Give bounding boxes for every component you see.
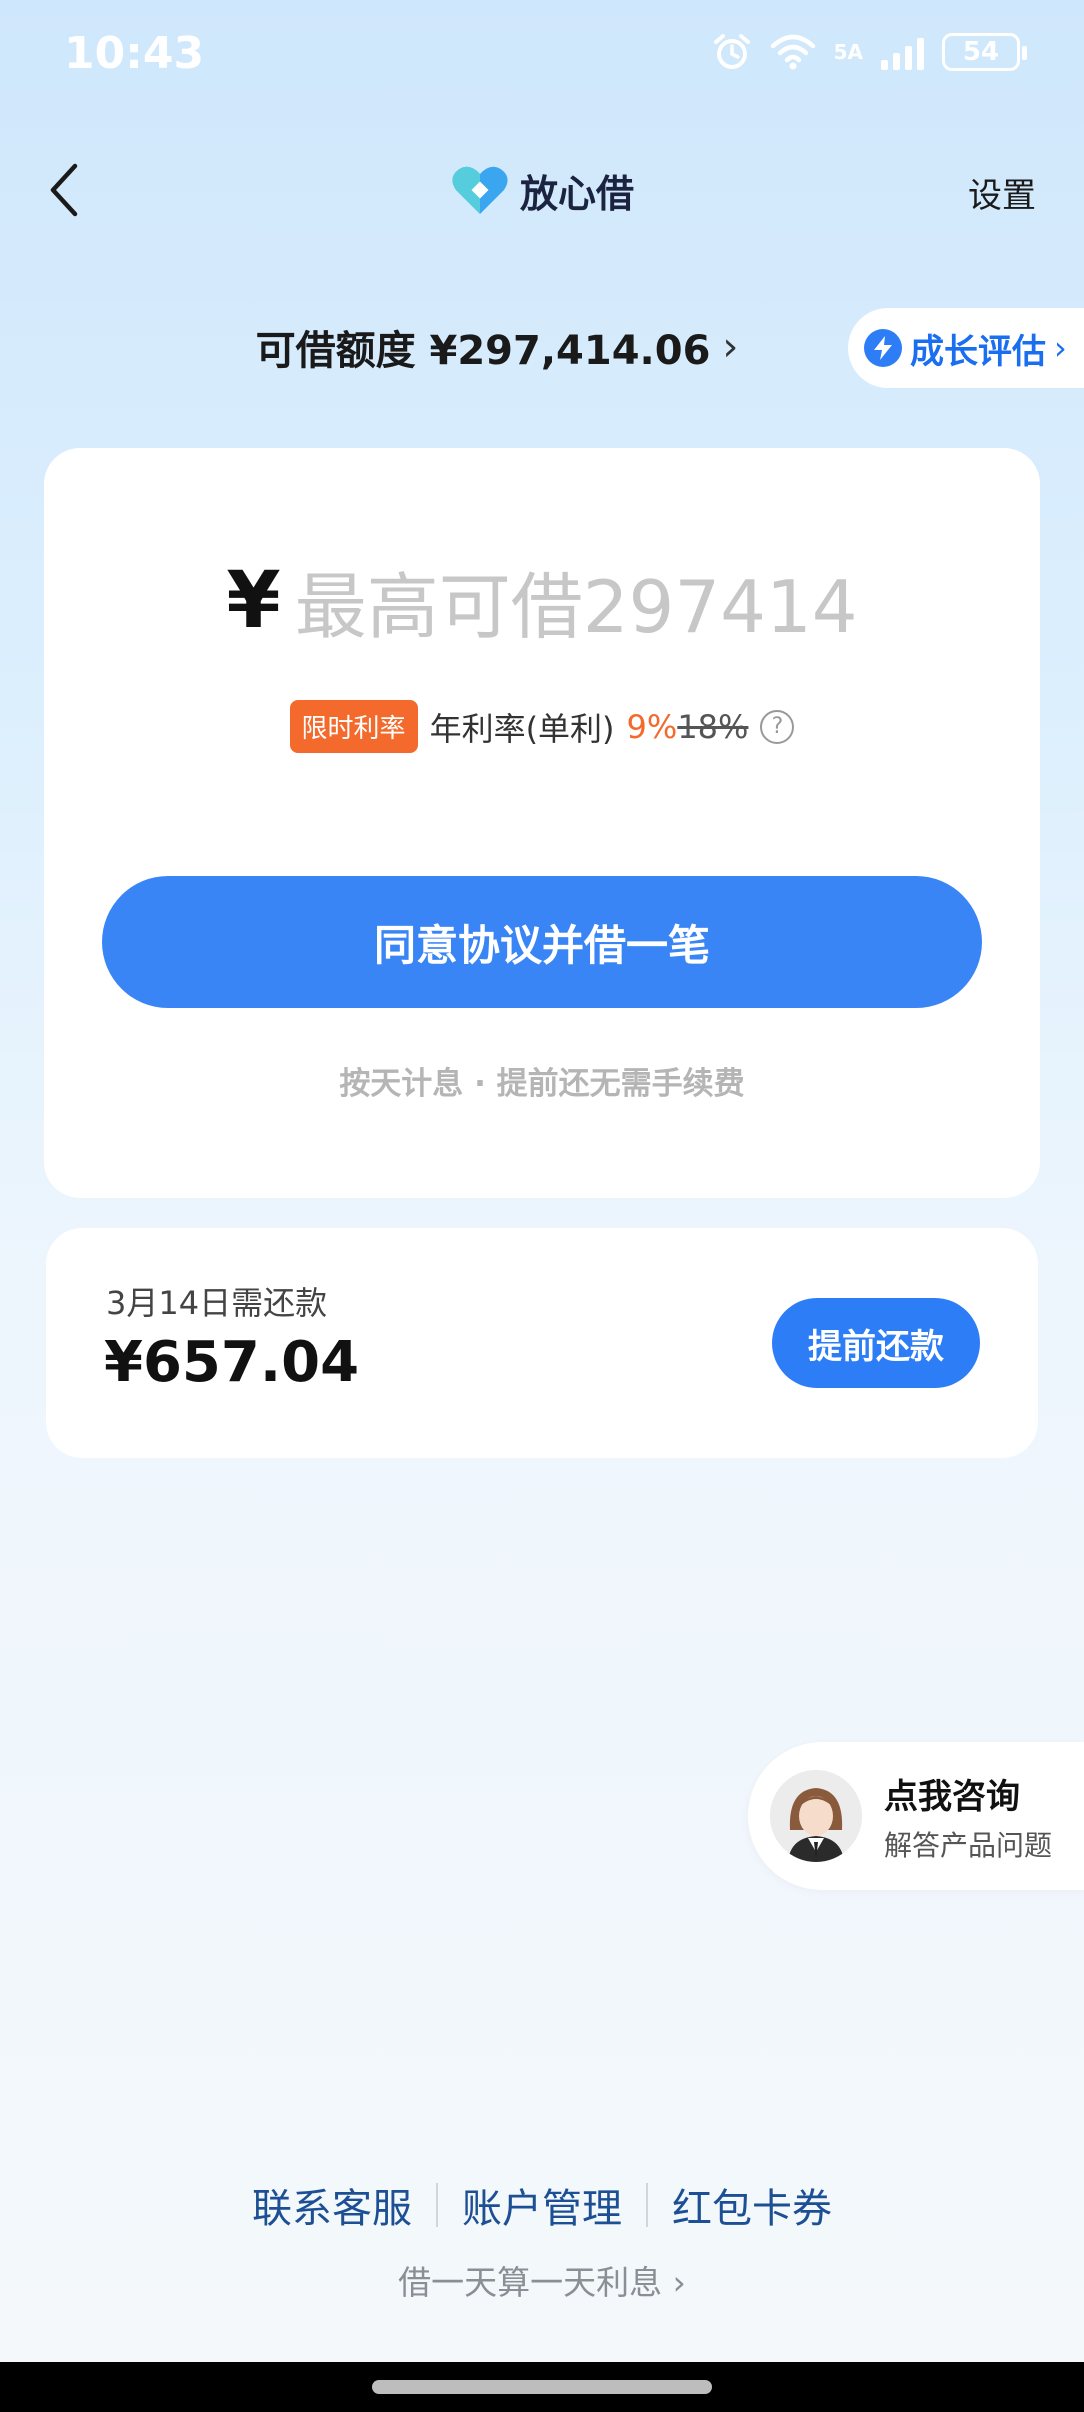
signal-icon xyxy=(881,34,924,70)
home-indicator[interactable] xyxy=(372,2380,712,2394)
interest-note-link[interactable]: 借一天算一天利息 › xyxy=(0,2256,1084,2304)
currency-symbol: ¥ xyxy=(226,555,281,646)
wifi-icon xyxy=(770,34,815,70)
chevron-right-icon: › xyxy=(1054,329,1067,367)
consult-text: 点我咨询 解答产品问题 xyxy=(884,1769,1052,1864)
battery-icon: 54 xyxy=(942,33,1027,71)
chevron-right-icon: › xyxy=(722,324,739,370)
consult-subtitle: 解答产品问题 xyxy=(884,1828,1053,1862)
brand: 放心借 xyxy=(450,160,634,220)
rate-current: 9% xyxy=(626,707,678,746)
rate-badge: 限时利率 xyxy=(289,700,418,753)
brand-logo-icon xyxy=(452,166,508,214)
repayment-card: 3月14日需还款 ¥657.04 提前还款 xyxy=(46,1228,1038,1458)
repay-due-label: 3月14日需还款 xyxy=(106,1284,328,1322)
consult-bubble[interactable]: 点我咨询 解答产品问题 xyxy=(748,1742,1084,1890)
battery-level: 54 xyxy=(962,37,1000,67)
coupons-link[interactable]: 红包卡券 xyxy=(648,2176,856,2234)
status-bar: 10:43 5A 54 xyxy=(0,0,1084,110)
brand-name: 放心借 xyxy=(520,171,635,216)
settings-button[interactable]: 设置 xyxy=(968,168,1036,217)
borrow-note: 按天计息 · 提前还无需手续费 xyxy=(339,1066,745,1102)
status-time: 10:43 xyxy=(64,28,205,79)
help-icon[interactable]: ? xyxy=(760,709,795,744)
borrow-card: ¥ 最高可借297414 限时利率 年利率(单利) 9% 18% ? 同意协议并… xyxy=(44,448,1040,1198)
back-button[interactable] xyxy=(40,160,90,220)
rate-original: 18% xyxy=(677,707,749,746)
account-management-link[interactable]: 账户管理 xyxy=(438,2176,646,2234)
chevron-right-icon: › xyxy=(672,2263,686,2302)
rate-row: 限时利率 年利率(单利) 9% 18% ? xyxy=(44,700,1040,753)
chevron-left-icon xyxy=(50,163,78,217)
growth-assessment-label: 成长评估 xyxy=(910,331,1046,372)
network-type-label: 5A xyxy=(834,42,863,62)
rate-label: 年利率(单利) xyxy=(429,709,615,748)
alarm-icon xyxy=(713,34,750,69)
status-icons: 5A 54 xyxy=(712,32,1027,72)
early-repay-button[interactable]: 提前还款 xyxy=(772,1298,980,1388)
amount-input[interactable]: ¥ 最高可借297414 xyxy=(44,548,1040,653)
network-type-text: 5A xyxy=(833,40,863,64)
interest-note-text: 借一天算一天利息 xyxy=(398,2263,663,2302)
consult-title: 点我咨询 xyxy=(884,1776,1020,1817)
footer-links: 联系客服 账户管理 红包卡券 xyxy=(0,2176,1084,2234)
quota-text: 可借额度 ¥297,414.06 xyxy=(255,328,711,374)
contact-service-link[interactable]: 联系客服 xyxy=(228,2176,436,2234)
agent-avatar xyxy=(770,1770,862,1862)
repay-amount: ¥657.04 xyxy=(104,1330,360,1395)
agree-and-borrow-button[interactable]: 同意协议并借一笔 xyxy=(102,876,982,1008)
growth-assessment-button[interactable]: 成长评估 › xyxy=(848,308,1084,388)
lightning-icon xyxy=(864,329,902,367)
amount-placeholder: 最高可借297414 xyxy=(294,565,858,649)
system-nav-bar xyxy=(0,2362,1084,2412)
